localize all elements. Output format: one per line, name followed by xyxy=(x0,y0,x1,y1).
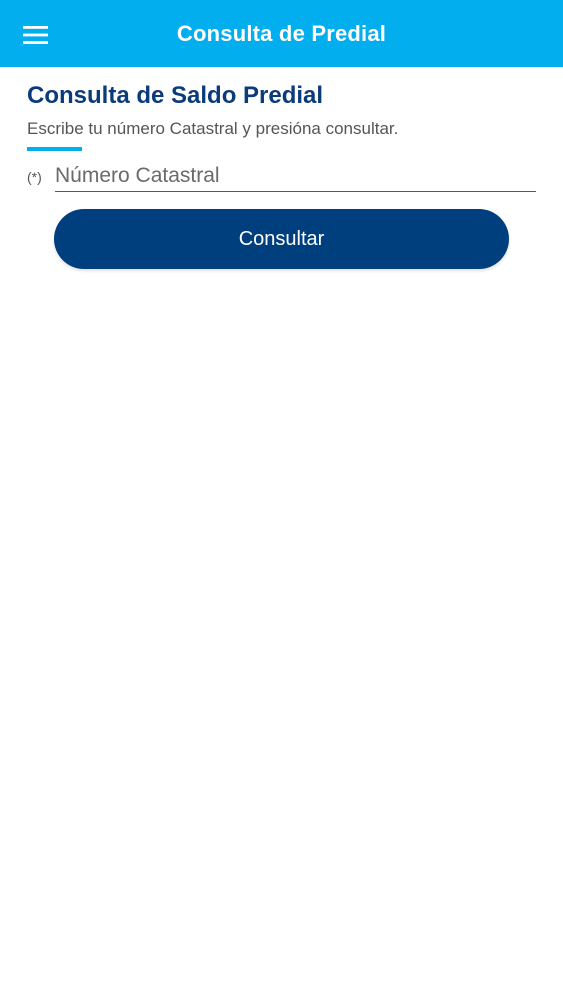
consultar-button[interactable]: Consultar xyxy=(54,209,509,269)
app-bar: Consulta de Predial xyxy=(0,0,563,67)
hamburger-menu-icon xyxy=(23,26,48,44)
required-mark: (*) xyxy=(27,169,42,185)
page-title: Consulta de Saldo Predial xyxy=(27,82,324,109)
menu-button[interactable] xyxy=(16,17,56,53)
main-content: Consulta de Saldo Predial Escribe tu núm… xyxy=(27,80,537,151)
app-bar-title: Consulta de Predial xyxy=(176,20,387,46)
catastral-field-row: (*) xyxy=(27,162,537,192)
title-accent-bar xyxy=(27,147,82,151)
catastral-input-wrapper xyxy=(55,162,536,192)
page-subtitle: Escribe tu número Catastral y presióna c… xyxy=(27,119,399,138)
catastral-number-input[interactable] xyxy=(55,162,536,190)
